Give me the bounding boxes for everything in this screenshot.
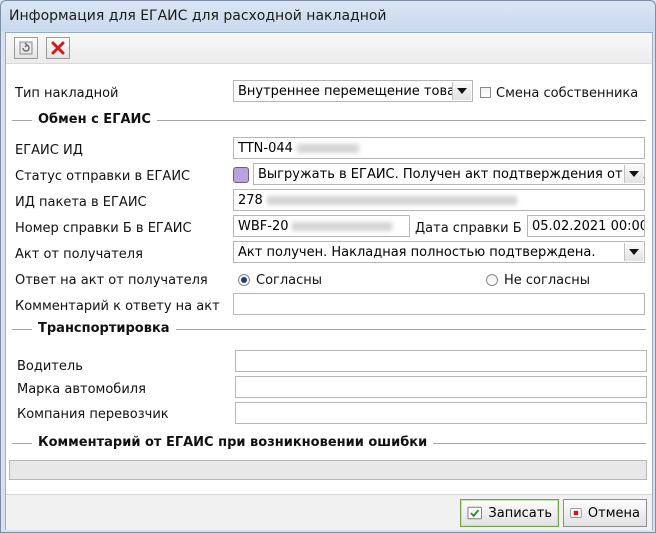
- invoice-type-select[interactable]: Внутреннее перемещение товаров: [233, 80, 473, 102]
- save-button[interactable]: Записать: [460, 499, 559, 527]
- package-id-label: ИД пакета в ЕГАИС: [15, 195, 147, 210]
- cert-b-date-value: 05.02.2021 00:00: [532, 219, 645, 234]
- redacted-text: [296, 144, 359, 153]
- package-id-value: 278: [238, 193, 263, 208]
- invoice-type-value: Внутреннее перемещение товаров: [238, 84, 473, 99]
- egais-id-field[interactable]: TTN-044: [233, 137, 645, 159]
- egais-section-title: Обмен с ЕГАИС: [32, 112, 157, 127]
- dialog-footer: Записать Отмена: [6, 494, 652, 530]
- title-bar: Информация для ЕГАИС для расходной накла…: [1, 1, 655, 33]
- error-comment-field: [9, 460, 647, 480]
- driver-label: Водитель: [17, 359, 83, 374]
- chevron-down-icon[interactable]: [624, 165, 643, 183]
- cancel-icon: [570, 508, 582, 518]
- delete-button[interactable]: [46, 37, 70, 59]
- toolbar: [6, 33, 652, 64]
- save-label: Записать: [488, 505, 552, 521]
- answer-comment-label: Комментарий к ответу на акт: [15, 299, 220, 314]
- chevron-down-icon[interactable]: [624, 243, 643, 261]
- status-color-swatch: [233, 167, 249, 183]
- car-field[interactable]: [235, 376, 647, 398]
- owner-change-checkbox[interactable]: [480, 87, 491, 98]
- answer-comment-field[interactable]: [233, 293, 645, 315]
- car-label: Марка автомобиля: [17, 382, 146, 397]
- owner-change-label: Смена собственника: [496, 86, 639, 101]
- send-status-value: Выгружать в ЕГАИС. Получен акт подтвержд…: [258, 167, 645, 182]
- redacted-text: [292, 222, 393, 231]
- refresh-button[interactable]: [14, 37, 38, 59]
- window-title: Информация для ЕГАИС для расходной накла…: [9, 8, 387, 24]
- carrier-field[interactable]: [235, 402, 647, 424]
- package-id-field[interactable]: 278: [233, 189, 645, 211]
- receiver-act-select[interactable]: Акт получен. Накладная полностью подтвер…: [233, 241, 645, 263]
- cert-b-label: Номер справки Б в ЕГАИС: [15, 221, 192, 236]
- cert-b-field[interactable]: WBF-20: [233, 215, 410, 237]
- invoice-type-label: Тип накладной: [15, 86, 119, 101]
- dialog-window: Информация для ЕГАИС для расходной накла…: [0, 0, 656, 533]
- radio-agree-label: Согласны: [256, 273, 323, 288]
- form-area: Тип накладной Внутреннее перемещение тов…: [6, 64, 652, 494]
- dialog-body: Тип накладной Внутреннее перемещение тов…: [5, 32, 653, 530]
- refresh-icon: [19, 41, 33, 55]
- carrier-label: Компания перевозчик: [17, 407, 169, 422]
- act-answer-label: Ответ на акт от получателя: [15, 273, 208, 288]
- delete-icon: [51, 41, 65, 55]
- radio-disagree[interactable]: [486, 274, 498, 286]
- send-status-select[interactable]: Выгружать в ЕГАИС. Получен акт подтвержд…: [253, 163, 645, 185]
- cancel-button[interactable]: Отмена: [563, 499, 647, 527]
- cert-b-date-field[interactable]: 05.02.2021 00:00: [527, 215, 645, 237]
- radio-disagree-label: Не согласны: [504, 273, 591, 288]
- cancel-label: Отмена: [587, 505, 640, 521]
- chevron-down-icon[interactable]: [452, 82, 471, 100]
- save-icon: [467, 506, 482, 520]
- driver-field[interactable]: [235, 350, 647, 372]
- egais-id-value: TTN-044: [238, 141, 293, 156]
- error-section-title: Комментарий от ЕГАИС при возникновении о…: [32, 435, 434, 450]
- cert-b-date-label: Дата справки Б: [415, 221, 522, 236]
- radio-agree[interactable]: [238, 274, 250, 286]
- cert-b-value: WBF-20: [238, 219, 289, 234]
- egais-id-label: ЕГАИС ИД: [15, 143, 83, 158]
- send-status-label: Статус отправки в ЕГАИС: [15, 169, 191, 184]
- receiver-act-value: Акт получен. Накладная полностью подтвер…: [238, 245, 596, 260]
- redacted-text: [266, 196, 517, 205]
- receiver-act-label: Акт от получателя: [15, 247, 143, 262]
- transport-section-title: Транспортировка: [32, 321, 176, 336]
